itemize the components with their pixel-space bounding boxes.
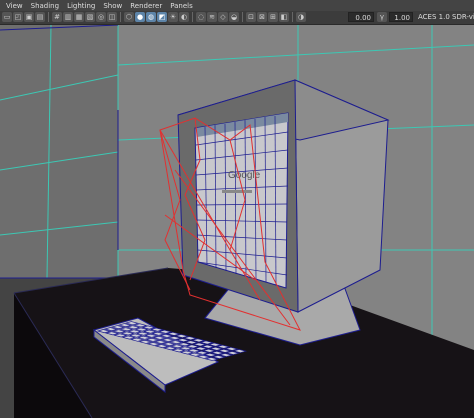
menu-lighting[interactable]: Lighting bbox=[67, 2, 95, 10]
bookmark-icon[interactable]: ▣ bbox=[24, 12, 34, 22]
3d-viewport[interactable]: Google bbox=[0, 25, 474, 418]
grid-icon[interactable]: # bbox=[52, 12, 62, 22]
select-camera-icon[interactable]: ▭ bbox=[2, 12, 12, 22]
safe-action-icon[interactable]: ◫ bbox=[107, 12, 117, 22]
textured-icon[interactable]: ◩ bbox=[157, 12, 167, 22]
anti-aliasing-icon[interactable]: ◇ bbox=[218, 12, 228, 22]
image-plane-icon[interactable]: ▤ bbox=[35, 12, 45, 22]
search-bar bbox=[222, 190, 252, 193]
resolution-gate-icon[interactable]: ▦ bbox=[74, 12, 84, 22]
depth-of-field-icon[interactable]: ◒ bbox=[229, 12, 239, 22]
menu-show[interactable]: Show bbox=[103, 2, 122, 10]
toolbar-divider bbox=[192, 12, 193, 22]
exposure-icon[interactable]: ◑ bbox=[296, 12, 306, 22]
use-all-lights-icon[interactable]: ☀ bbox=[168, 12, 178, 22]
camera-attributes-icon[interactable]: ◰ bbox=[13, 12, 23, 22]
menu-renderer[interactable]: Renderer bbox=[130, 2, 162, 10]
wireframe-icon[interactable]: ⬡ bbox=[124, 12, 134, 22]
smooth-shade-icon[interactable]: ● bbox=[135, 12, 145, 22]
wireframe-on-shaded-icon[interactable]: ◍ bbox=[146, 12, 156, 22]
xray-joints-icon[interactable]: ⊞ bbox=[268, 12, 278, 22]
field-chart-icon[interactable]: ◎ bbox=[96, 12, 106, 22]
menu-view[interactable]: View bbox=[6, 2, 23, 10]
backface-culling-icon[interactable]: ◧ bbox=[279, 12, 289, 22]
menu-shading[interactable]: Shading bbox=[31, 2, 59, 10]
menu-panels[interactable]: Panels bbox=[170, 2, 193, 10]
xray-icon[interactable]: ⊠ bbox=[257, 12, 267, 22]
isolate-select-icon[interactable]: ⊡ bbox=[246, 12, 256, 22]
monitor-screen bbox=[194, 112, 289, 289]
left-wall bbox=[0, 25, 118, 278]
toolbar-divider bbox=[292, 12, 293, 22]
ambient-occlusion-icon[interactable]: ◌ bbox=[196, 12, 206, 22]
gate-mask-icon[interactable]: ▧ bbox=[85, 12, 95, 22]
toolbar-divider bbox=[120, 12, 121, 22]
shadows-icon[interactable]: ◐ bbox=[179, 12, 189, 22]
panel-toolbar: ▭ ◰ ▣ ▤ # ▥ ▦ ▧ ◎ ◫ ⬡ ● ◍ ◩ ☀ ◐ ◌ ≋ ◇ ◒ … bbox=[0, 11, 474, 25]
toolbar-divider bbox=[48, 12, 49, 22]
gamma-icon[interactable]: γ bbox=[377, 12, 387, 22]
exposure-field[interactable]: 0.00 bbox=[348, 12, 374, 22]
toolbar-divider bbox=[242, 12, 243, 22]
film-gate-icon[interactable]: ▥ bbox=[63, 12, 73, 22]
gamma-field[interactable]: 1.00 bbox=[389, 12, 413, 22]
maya-viewport-panel: View Shading Lighting Show Renderer Pane… bbox=[0, 0, 474, 418]
color-space-label[interactable]: ACES 1.0 SDR-video bbox=[418, 12, 474, 22]
motion-blur-icon[interactable]: ≋ bbox=[207, 12, 217, 22]
panel-menubar: View Shading Lighting Show Renderer Pane… bbox=[0, 0, 474, 11]
